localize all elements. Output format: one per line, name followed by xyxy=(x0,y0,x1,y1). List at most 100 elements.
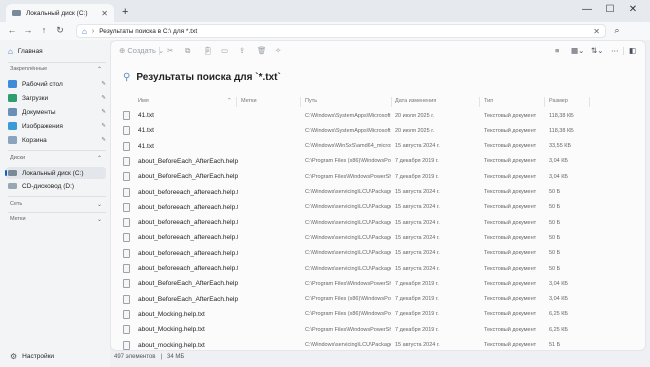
new-tab-icon[interactable]: + xyxy=(122,6,128,18)
table-row[interactable]: 41.txt C:\Windows\SystemApps\Microsoft...… xyxy=(111,108,647,123)
table-row[interactable]: about_beforeeach_aftereach.help.txt C:\Wi… xyxy=(111,246,647,261)
details-pane-icon[interactable]: ◧ xyxy=(629,46,636,55)
divider xyxy=(8,150,106,151)
close-window-icon[interactable]: ✕ xyxy=(622,4,644,15)
file-path: C:\Windows\SystemApps\Microsoft... xyxy=(305,112,391,119)
close-tab-icon[interactable]: ✕ xyxy=(101,9,108,18)
sidebar-item-pictures[interactable]: Изображения ✎ xyxy=(6,120,106,132)
file-name: about_beforeeach_aftereach.help.txt xyxy=(138,203,238,211)
clear-search-icon[interactable]: ✕ xyxy=(593,27,600,36)
create-button[interactable]: ⊕ Создать ⌄ xyxy=(119,46,164,55)
divider xyxy=(623,47,624,55)
home-icon[interactable]: ⌂ xyxy=(82,27,87,36)
file-name: about_BeforeEach_AfterEach.help.txt xyxy=(138,295,238,303)
cut-icon[interactable]: ✂ xyxy=(167,46,173,55)
more-icon[interactable]: ⋯ xyxy=(611,46,619,55)
sidebar-item-label: Рабочий стол xyxy=(22,80,63,88)
file-date: 15 августа 2024 г. xyxy=(395,265,440,272)
up-icon[interactable]: ↑ xyxy=(38,25,50,35)
file-date: 7 декабря 2019 г. xyxy=(395,158,439,165)
column-header-type[interactable]: Тип xyxy=(484,98,493,104)
tab-local-disk[interactable]: Локальный диск (C:) ✕ xyxy=(6,4,114,22)
minimize-icon[interactable]: — xyxy=(576,4,598,15)
column-header-tags[interactable]: Метки xyxy=(241,98,257,104)
file-type: Текстовый документ xyxy=(484,127,537,134)
file-name: about_beforeeach_aftereach.help.txt xyxy=(138,188,238,196)
home-icon: ⌂ xyxy=(8,46,13,56)
table-row[interactable]: about_beforeeach_aftereach.help.txt C:\Wi… xyxy=(111,200,647,215)
table-row[interactable]: 41.txt C:\Windows\WinSxS\amd64_micros... 1… xyxy=(111,139,647,154)
table-row[interactable]: about_BeforeEach_AfterEach.help.txt C:\Pr… xyxy=(111,169,647,184)
address-bar[interactable]: ⌂ › Результаты поиска в C:\ для *.txt ✕ xyxy=(76,24,606,38)
chevron-down-icon[interactable]: ⌄ xyxy=(97,201,102,208)
divider xyxy=(479,97,480,107)
view-options-icon[interactable]: ▦⌄ xyxy=(571,46,584,55)
text-file-icon xyxy=(123,309,130,319)
table-row[interactable]: about_beforeeach_aftereach.help.txt C:\Wi… xyxy=(111,230,647,245)
chevron-up-icon[interactable]: ⌃ xyxy=(97,155,102,162)
properties-icon[interactable]: ✧ xyxy=(275,46,281,55)
sidebar-item-desktop[interactable]: Рабочий стол ✎ xyxy=(6,78,106,90)
pin-icon[interactable]: ✎ xyxy=(101,137,106,143)
table-row[interactable]: about_beforeeach_aftereach.help.txt C:\Wi… xyxy=(111,185,647,200)
pin-icon[interactable]: ✎ xyxy=(101,95,106,101)
downloads-icon xyxy=(8,94,17,102)
table-row[interactable]: about_beforeeach_aftereach.help.txt C:\Wi… xyxy=(111,215,647,230)
item-count: 497 элементов xyxy=(114,354,156,360)
chevron-down-icon[interactable]: ⌄ xyxy=(97,216,102,223)
table-row[interactable]: about_BeforeEach_AfterEach.help.txt C:\Pr… xyxy=(111,276,647,291)
forward-icon[interactable]: → xyxy=(22,25,34,35)
recycle-bin-icon xyxy=(8,136,17,144)
file-path: C:\Program Files\WindowsPowerShe... xyxy=(305,173,391,180)
text-file-icon xyxy=(123,111,130,120)
sidebar-item-cd-drive[interactable]: CD-дисковод (D:) xyxy=(6,180,106,192)
pin-icon[interactable]: ✎ xyxy=(101,123,106,129)
table-row[interactable]: 41.txt C:\Windows\SystemApps\Microsoft...… xyxy=(111,123,647,138)
rename-icon[interactable]: ▭ xyxy=(221,46,228,55)
table-row[interactable]: about_Mocking.help.txt C:\Program Files (… xyxy=(111,307,647,322)
sidebar-item-downloads[interactable]: Загрузки ✎ xyxy=(6,92,106,104)
maximize-icon[interactable]: ☐ xyxy=(599,4,621,15)
file-type: Текстовый документ xyxy=(484,265,537,272)
table-row[interactable]: about_mocking.help.txt C:\Windows\servici… xyxy=(111,338,647,353)
sidebar-item-documents[interactable]: Документы ✎ xyxy=(6,106,106,118)
column-header-path[interactable]: Путь xyxy=(305,98,317,104)
column-header-date[interactable]: Дата изменения xyxy=(395,98,436,104)
refresh-icon[interactable]: ↻ xyxy=(54,25,66,36)
column-header-name[interactable]: Имя xyxy=(138,98,149,104)
gear-icon: ⚙ xyxy=(10,352,18,361)
file-size: 6,25 КБ xyxy=(549,311,569,318)
search-icon[interactable]: ⌕ xyxy=(610,25,624,36)
table-row[interactable]: about_beforeeach_aftereach.help.txt C:\Wi… xyxy=(111,261,647,276)
settings-button[interactable]: ⚙ Настройки xyxy=(10,352,54,361)
file-size: 118,38 КБ xyxy=(549,127,574,134)
tags-section-header: Метки xyxy=(10,216,26,222)
table-row[interactable]: about_BeforeEach_AfterEach.help.txt C:\Pr… xyxy=(111,154,647,169)
table-row[interactable]: about_BeforeEach_AfterEach.help.txt C:\Pr… xyxy=(111,292,647,307)
share-icon[interactable]: ⇪ xyxy=(239,46,245,55)
chevron-up-icon[interactable]: ⌃ xyxy=(97,66,102,73)
filter-icon[interactable]: ≡ xyxy=(555,46,559,55)
sidebar-item-home[interactable]: ⌂ Главная xyxy=(6,45,106,57)
sort-icon[interactable]: ⇅⌄ xyxy=(591,46,604,55)
sidebar-item-local-disk[interactable]: Локальный диск (C:) xyxy=(5,167,106,179)
page-title: Результаты поиска для `*.txt` xyxy=(136,72,281,83)
copy-icon[interactable]: ⧉ xyxy=(185,46,190,56)
file-path: C:\Program Files\WindowsPowerShe... xyxy=(305,326,391,333)
file-date: 7 декабря 2019 г. xyxy=(395,296,439,303)
sidebar-item-label: Локальный диск (C:) xyxy=(22,169,84,177)
back-icon[interactable]: ← xyxy=(6,25,18,35)
file-type: Текстовый документ xyxy=(484,311,537,318)
table-row[interactable]: about_Mocking.help.txt C:\Program Files\W… xyxy=(111,322,647,337)
file-date: 7 декабря 2019 г. xyxy=(395,280,439,287)
file-size: 50 Б xyxy=(549,234,561,241)
delete-icon[interactable]: 🗑︎ xyxy=(257,46,267,55)
column-header-size[interactable]: Размер xyxy=(549,98,568,104)
pin-icon[interactable]: ✎ xyxy=(101,109,106,115)
sidebar-item-recycle-bin[interactable]: Корзина ✎ xyxy=(6,134,106,146)
file-date: 15 августа 2024 г. xyxy=(395,234,440,241)
text-file-icon xyxy=(123,141,130,151)
pin-icon[interactable]: ✎ xyxy=(101,81,106,87)
file-type: Текстовый документ xyxy=(484,204,537,211)
paste-icon[interactable]: 📋︎ xyxy=(203,46,213,55)
